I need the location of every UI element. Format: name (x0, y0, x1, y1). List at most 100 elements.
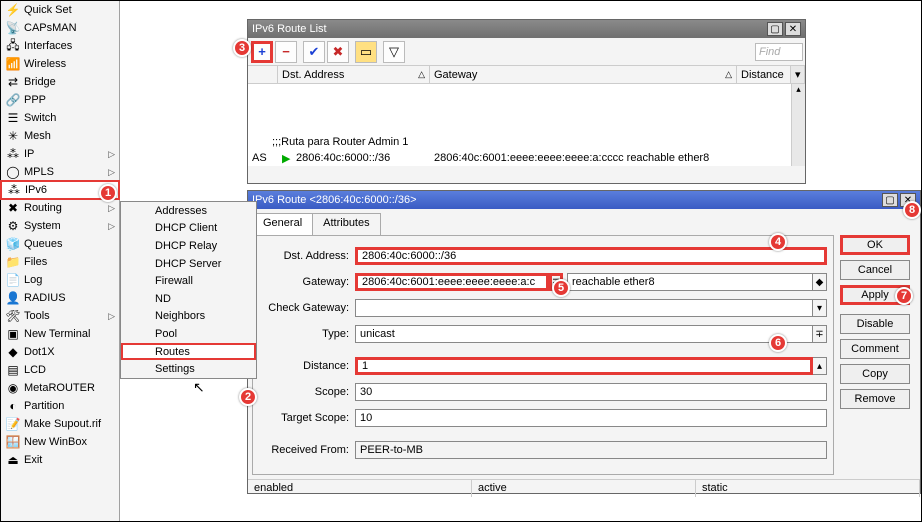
sidebar-item-label: CAPsMAN (24, 22, 115, 34)
menu-icon: ▤ (5, 362, 21, 378)
submenu-item-routes[interactable]: Routes (121, 343, 256, 361)
sidebar-item-files[interactable]: 📁 Files (1, 253, 119, 271)
gateway-stepper-icon[interactable]: ◆ (813, 273, 827, 291)
dst-address-input[interactable]: 2806:40c:6000::/36 (355, 247, 827, 265)
type-dropdown-icon[interactable]: ∓ (813, 325, 827, 343)
sidebar-item-ip[interactable]: ⁂ IP ▷ (1, 145, 119, 163)
check-gateway-input[interactable] (355, 299, 813, 317)
submenu-item-nd[interactable]: ND (121, 290, 256, 308)
find-input[interactable]: Find (755, 43, 803, 61)
submenu-item-dhcp-server[interactable]: DHCP Server (121, 255, 256, 273)
sidebar-item-capsman[interactable]: 📡 CAPsMAN (1, 19, 119, 37)
submenu-item-settings[interactable]: Settings (121, 360, 256, 378)
submenu-item-addresses[interactable]: Addresses (121, 202, 256, 220)
scrollbar[interactable]: ▴ (791, 84, 805, 166)
window-title: IPv6 Route <2806:40c:6000::/36> (252, 194, 880, 206)
sidebar-item-label: IPv6 (25, 184, 107, 196)
col-distance[interactable]: Distance (737, 66, 791, 83)
route-row[interactable]: AS ▶ 2806:40c:6000::/36 2806:40c:6001:ee… (248, 150, 805, 166)
tab-attributes[interactable]: Attributes (312, 213, 380, 235)
sidebar-item-dot1x[interactable]: ◆ Dot1X (1, 343, 119, 361)
sidebar-item-bridge[interactable]: ⇄ Bridge (1, 73, 119, 91)
sidebar-item-make-supout-rif[interactable]: 📝 Make Supout.rif (1, 415, 119, 433)
submenu-item-pool[interactable]: Pool (121, 325, 256, 343)
gateway-input[interactable]: 2806:40c:6001:eeee:eeee:eeee:a:c (355, 273, 549, 291)
sidebar-item-switch[interactable]: ☰ Switch (1, 109, 119, 127)
cancel-button[interactable]: Cancel (840, 260, 910, 280)
remove-button[interactable]: Remove (840, 389, 910, 409)
scope-input[interactable]: 30 (355, 383, 827, 401)
sidebar-item-log[interactable]: 📄 Log (1, 271, 119, 289)
sidebar-item-ppp[interactable]: 🔗 PPP (1, 91, 119, 109)
sidebar-item-metarouter[interactable]: ◉ MetaROUTER (1, 379, 119, 397)
chevron-right-icon: ▷ (108, 221, 115, 232)
disable-button[interactable]: Disable (840, 314, 910, 334)
submenu-item-firewall[interactable]: Firewall (121, 272, 256, 290)
menu-icon: ⚡ (5, 2, 21, 18)
menu-icon: 🪟 (5, 434, 21, 450)
menu-icon: ✖ (5, 200, 21, 216)
menu-icon: ◐ (5, 398, 21, 414)
menu-icon: 📁 (5, 254, 21, 270)
tab-general[interactable]: General (252, 213, 313, 235)
submenu-item-neighbors[interactable]: Neighbors (121, 308, 256, 326)
ok-button[interactable]: OK (840, 235, 910, 255)
sidebar-item-label: Log (24, 274, 115, 286)
comment-button[interactable]: Comment (840, 339, 910, 359)
sidebar-item-wireless[interactable]: 📶 Wireless (1, 55, 119, 73)
sidebar-item-interfaces[interactable]: 🖧 Interfaces (1, 37, 119, 55)
sidebar-item-label: Exit (24, 454, 115, 466)
submenu-item-label: Pool (155, 328, 177, 340)
recv-label: Received From: (259, 444, 349, 456)
distance-input[interactable]: 1 (355, 357, 813, 375)
menu-icon: ◉ (5, 380, 21, 396)
gw-cell: 2806:40c:6001:eeee:eeee:eeee:a:cccc reac… (430, 152, 805, 164)
sidebar-item-mpls[interactable]: ◯ MPLS ▷ (1, 163, 119, 181)
tabs-area: General Attributes Dst. Address: 2806:40… (252, 213, 834, 475)
type-input[interactable]: unicast (355, 325, 813, 343)
sidebar-item-radius[interactable]: 👤 RADIUS (1, 289, 119, 307)
sidebar-item-tools[interactable]: 🛠 Tools ▷ (1, 307, 119, 325)
submenu-item-dhcp-client[interactable]: DHCP Client (121, 220, 256, 238)
close-icon[interactable]: ✕ (785, 22, 801, 36)
ipv6-route-list-window: IPv6 Route List ▢ ✕ + − ✔ ✖ ▭ ▽ Find Dst… (247, 19, 806, 184)
sidebar-item-system[interactable]: ⚙ System ▷ (1, 217, 119, 235)
menu-icon: 📶 (5, 56, 21, 72)
col-dst[interactable]: Dst. Address△ (278, 66, 430, 83)
sidebar-item-lcd[interactable]: ▤ LCD (1, 361, 119, 379)
sidebar-item-new-terminal[interactable]: ▣ New Terminal (1, 325, 119, 343)
comment-button[interactable]: ▭ (355, 41, 377, 63)
copy-button[interactable]: Copy (840, 364, 910, 384)
menu-icon: ⁂ (6, 182, 22, 198)
sidebar-item-exit[interactable]: ⏏ Exit (1, 451, 119, 469)
maximize-icon[interactable]: ▢ (882, 193, 898, 207)
submenu-item-label: DHCP Server (155, 258, 221, 270)
callout-3: 3 (233, 39, 251, 57)
sidebar-item-queues[interactable]: 🧊 Queues (1, 235, 119, 253)
chevron-right-icon: ▷ (108, 311, 115, 322)
enable-button[interactable]: ✔ (303, 41, 325, 63)
remove-button[interactable]: − (275, 41, 297, 63)
distance-up-icon[interactable]: ▴ (813, 357, 827, 375)
sidebar-item-quick-set[interactable]: ⚡ Quick Set (1, 1, 119, 19)
col-gateway[interactable]: Gateway△ (430, 66, 737, 83)
disable-button[interactable]: ✖ (327, 41, 349, 63)
checkgw-dropdown-icon[interactable]: ▾ (813, 299, 827, 317)
sidebar-item-routing[interactable]: ✖ Routing ▷ (1, 199, 119, 217)
sidebar-item-mesh[interactable]: ✳ Mesh (1, 127, 119, 145)
col-flags[interactable] (248, 66, 278, 83)
sidebar-item-partition[interactable]: ◐ Partition (1, 397, 119, 415)
menu-icon: ⏏ (5, 452, 21, 468)
target-scope-input[interactable]: 10 (355, 409, 827, 427)
sidebar-item-new-winbox[interactable]: 🪟 New WinBox (1, 433, 119, 451)
maximize-icon[interactable]: ▢ (767, 22, 783, 36)
status-bar: enabled active static (248, 479, 920, 497)
col-menu-icon[interactable]: ▾ (791, 66, 805, 83)
add-button[interactable]: + (251, 41, 273, 63)
menu-icon: ☰ (5, 110, 21, 126)
filter-button[interactable]: ▽ (383, 41, 405, 63)
toolbar: + − ✔ ✖ ▭ ▽ Find (248, 38, 805, 66)
menu-icon: 📝 (5, 416, 21, 432)
submenu-item-dhcp-relay[interactable]: DHCP Relay (121, 237, 256, 255)
distance-label: Distance: (259, 360, 349, 372)
